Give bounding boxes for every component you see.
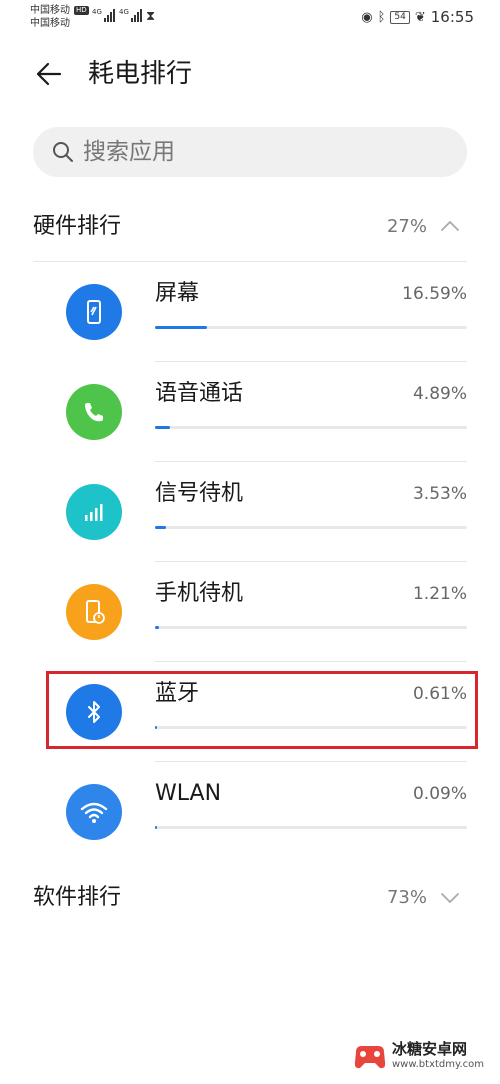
status-right: ◉ ᛒ 54 ❦ 16:55 <box>361 8 474 26</box>
usage-item-percent: 1.21% <box>412 584 467 604</box>
usage-progress-fill <box>155 426 170 429</box>
usage-item-name: 语音通话 <box>155 381 244 406</box>
hd-badge: HD <box>74 6 89 15</box>
search-icon <box>53 142 73 162</box>
clock: 16:55 <box>430 8 474 26</box>
carrier-info: 中国移动 HD 中国移动 <box>30 4 89 30</box>
hardware-ranking-header[interactable]: 硬件排行 27% <box>33 207 467 247</box>
watermark-url: www.btxtdmy.com <box>392 1059 485 1070</box>
usage-item[interactable]: 手机待机 1.21% <box>33 562 467 662</box>
chevron-up-icon <box>441 221 459 231</box>
usage-item-name: WLAN <box>155 781 222 806</box>
usage-progress-fill <box>155 526 166 529</box>
status-bar: 中国移动 HD 中国移动 4G 4G ⧗ ◉ ᛒ 54 ❦ 16:55 <box>0 0 500 36</box>
usage-item[interactable]: 语音通话 4.89% <box>33 362 467 462</box>
eye-icon: ◉ <box>361 9 373 25</box>
usage-item-percent: 16.59% <box>402 284 467 304</box>
hourglass-icon: ⧗ <box>146 9 156 24</box>
usage-progress-bar <box>155 626 467 629</box>
usage-progress-fill <box>155 326 207 329</box>
usage-item-name: 信号待机 <box>155 481 244 506</box>
bluetooth-status-icon: ᛒ <box>377 9 386 25</box>
usage-item-name: 屏幕 <box>155 281 200 306</box>
search-bar[interactable]: 搜索应用 <box>33 127 467 177</box>
usage-item[interactable]: WLAN 0.09% <box>33 762 467 862</box>
carrier-2-label: 中国移动 <box>30 18 70 29</box>
chevron-down-icon <box>441 893 459 903</box>
usage-item-percent: 4.89% <box>412 384 467 404</box>
carrier-1-label: 中国移动 <box>30 5 70 16</box>
search-placeholder: 搜索应用 <box>83 139 175 165</box>
usage-item-percent: 0.09% <box>412 784 467 804</box>
wifi-icon <box>66 784 122 840</box>
usage-item-name: 手机待机 <box>155 581 244 606</box>
phone-standby-icon <box>66 584 122 640</box>
battery-indicator: 54 <box>390 10 410 24</box>
watermark-name: 冰糖安卓网 <box>392 1040 468 1058</box>
watermark: 冰糖安卓网 www.btxtdmy.com <box>352 1038 492 1078</box>
page-title: 耗电排行 <box>88 59 193 89</box>
phone-screen-icon <box>66 284 122 340</box>
usage-progress-fill <box>155 626 159 629</box>
arrow-left-icon <box>36 62 62 86</box>
gamepad-logo-icon <box>354 1046 386 1069</box>
software-ranking-title: 软件排行 <box>33 885 122 910</box>
back-button[interactable] <box>32 56 68 92</box>
usage-progress-bar <box>155 426 467 429</box>
usage-item-percent: 3.53% <box>412 484 467 504</box>
leaf-icon: ❦ <box>414 9 426 25</box>
hardware-ranking-percent: 27% <box>386 216 427 237</box>
software-ranking-header[interactable]: 软件排行 73% <box>33 878 467 918</box>
usage-progress-bar <box>155 826 467 829</box>
software-ranking-percent: 73% <box>386 887 427 908</box>
usage-item[interactable]: 屏幕 16.59% <box>33 262 467 362</box>
app-header: 耗电排行 <box>0 50 500 100</box>
usage-item[interactable]: 信号待机 3.53% <box>33 462 467 562</box>
signal-1-icon: 4G <box>92 8 115 22</box>
highlight-box <box>46 671 478 749</box>
phone-call-icon <box>66 384 122 440</box>
usage-progress-bar <box>155 326 467 329</box>
hardware-ranking-title: 硬件排行 <box>33 214 122 239</box>
usage-progress-bar <box>155 526 467 529</box>
usage-progress-fill <box>155 826 157 829</box>
signal-bars-icon <box>66 484 122 540</box>
signal-2-icon: 4G <box>119 8 142 22</box>
